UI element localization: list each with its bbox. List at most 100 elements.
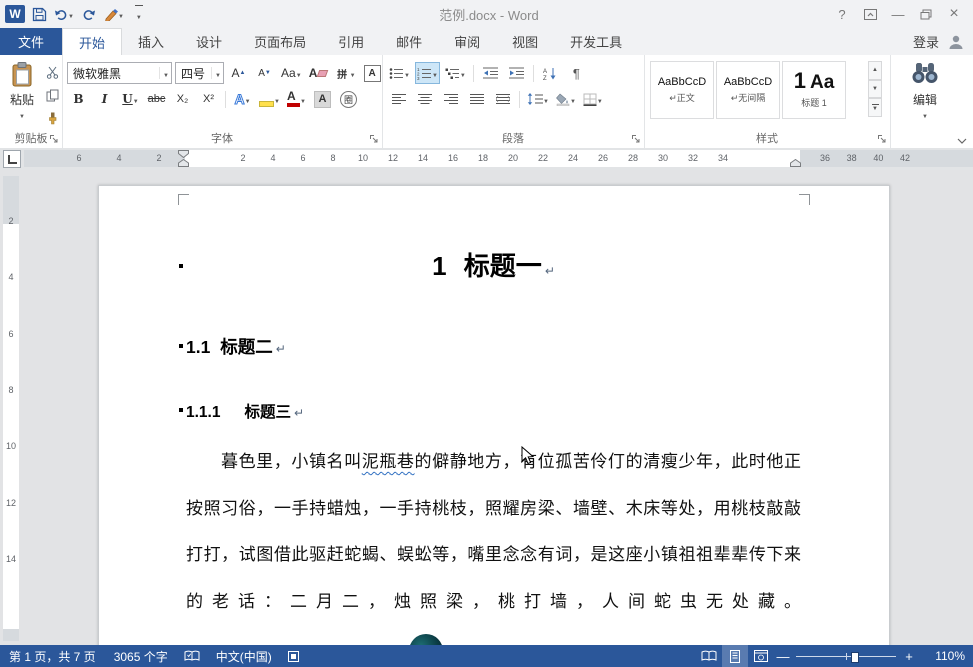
web-layout-button[interactable] xyxy=(748,645,774,667)
increase-indent-button[interactable] xyxy=(505,62,528,84)
shading-dropdown-arrow[interactable] xyxy=(570,93,576,105)
read-mode-button[interactable] xyxy=(696,645,722,667)
phonetic-guide-button[interactable]: 拼 xyxy=(333,62,358,84)
account-icon[interactable] xyxy=(947,33,965,51)
font-name-combo[interactable]: 微软雅黑 xyxy=(67,62,172,84)
distribute-button[interactable] xyxy=(491,88,514,110)
ribbon-display-options-button[interactable] xyxy=(857,3,883,25)
tab-stop-selector[interactable] xyxy=(3,150,21,168)
styles-more-button[interactable]: ▼ xyxy=(868,98,882,117)
tab-review[interactable]: 审阅 xyxy=(438,28,496,55)
justify-button[interactable] xyxy=(465,88,488,110)
font-color-dropdown-arrow[interactable] xyxy=(300,93,306,105)
collapse-ribbon-button[interactable] xyxy=(957,138,967,144)
font-color-button[interactable]: A xyxy=(285,88,308,110)
page-number-indicator[interactable]: 第 1 页，共 7 页 xyxy=(0,648,105,665)
paste-dropdown-arrow[interactable] xyxy=(19,108,25,120)
zoom-percentage[interactable]: 110% xyxy=(918,649,973,663)
text-effects-button[interactable]: A xyxy=(231,88,254,110)
tab-mailings[interactable]: 邮件 xyxy=(380,28,438,55)
sign-in-link[interactable]: 登录 xyxy=(913,32,939,51)
bold-button[interactable]: B xyxy=(67,88,90,110)
numbering-dropdown-arrow[interactable] xyxy=(432,67,438,79)
copy-button[interactable] xyxy=(41,85,64,105)
zoom-out-button[interactable]: — xyxy=(774,649,792,664)
word-count-indicator[interactable]: 3065 个字 xyxy=(105,648,177,665)
hanging-indent-marker[interactable] xyxy=(178,159,189,167)
tab-design[interactable]: 设计 xyxy=(180,28,238,55)
custom-command-dropdown-arrow[interactable] xyxy=(118,6,124,22)
borders-dropdown-arrow[interactable] xyxy=(597,93,603,105)
document-page[interactable]: 1 标题一↵ 1.1 标题二↵ 1.1.1标题三↵ 暮色里，小镇名叫泥瓶巷的僻静… xyxy=(98,185,890,645)
editing-menu-button[interactable]: 编辑 xyxy=(896,61,954,141)
shading-button[interactable] xyxy=(554,88,578,110)
sort-button[interactable]: AZ xyxy=(539,62,562,84)
multilevel-list-button[interactable] xyxy=(443,62,468,84)
redo-button[interactable] xyxy=(79,4,99,24)
undo-button[interactable] xyxy=(53,4,75,24)
subscript-button[interactable]: X₂ xyxy=(171,88,194,110)
clipboard-dialog-launcher[interactable] xyxy=(49,134,60,145)
styles-dialog-launcher[interactable] xyxy=(877,134,888,145)
cut-button[interactable] xyxy=(41,62,64,82)
vertical-ruler[interactable]: 2468101214 xyxy=(3,176,19,641)
custom-command-button[interactable] xyxy=(103,4,125,24)
style-card-heading1[interactable]: 1Aa 标题 1 xyxy=(782,61,846,119)
print-layout-button[interactable] xyxy=(722,645,748,667)
styles-scroll-down-button[interactable]: ▼ xyxy=(868,80,882,99)
tab-references[interactable]: 引用 xyxy=(322,28,380,55)
close-button[interactable]: × xyxy=(941,3,967,25)
font-dialog-launcher[interactable] xyxy=(369,134,380,145)
save-button[interactable] xyxy=(29,4,49,24)
tab-developer[interactable]: 开发工具 xyxy=(554,28,638,55)
italic-button[interactable]: I xyxy=(93,88,116,110)
help-button[interactable]: ? xyxy=(829,3,855,25)
paragraph-dialog-launcher[interactable] xyxy=(631,134,642,145)
numbering-button[interactable]: 123 xyxy=(415,62,440,84)
language-indicator[interactable]: 中文(中国) xyxy=(207,648,281,665)
font-size-combo[interactable]: 四号 xyxy=(175,62,224,84)
enclose-characters-button[interactable]: 圈 xyxy=(337,88,360,110)
align-left-button[interactable] xyxy=(387,88,410,110)
right-indent-marker[interactable] xyxy=(790,159,801,167)
font-name-dropdown-arrow[interactable] xyxy=(159,67,169,79)
paste-button[interactable]: 粘贴 xyxy=(3,61,41,139)
embedded-image-partial[interactable] xyxy=(409,634,443,645)
customize-qat-button[interactable] xyxy=(129,4,149,24)
bullets-button[interactable] xyxy=(387,62,412,84)
zoom-slider-thumb[interactable] xyxy=(851,652,859,663)
horizontal-ruler[interactable]: 642 246810121416182022242628303234 36384… xyxy=(24,150,973,167)
undo-dropdown-arrow[interactable] xyxy=(68,6,74,22)
word-logo-icon[interactable]: W xyxy=(5,5,25,23)
borders-button[interactable] xyxy=(581,88,605,110)
tab-home[interactable]: 开始 xyxy=(62,28,122,56)
decrease-indent-button[interactable] xyxy=(479,62,502,84)
zoom-in-button[interactable]: + xyxy=(900,649,918,664)
strikethrough-button[interactable]: abc xyxy=(145,88,168,110)
zoom-slider[interactable] xyxy=(796,656,896,657)
superscript-button[interactable]: X² xyxy=(197,88,220,110)
align-right-button[interactable] xyxy=(439,88,462,110)
character-shading-button[interactable]: A xyxy=(311,88,334,110)
format-painter-button[interactable] xyxy=(41,108,64,128)
tab-file[interactable]: 文件 xyxy=(0,28,62,55)
minimize-button[interactable]: — xyxy=(885,3,911,25)
first-line-indent-marker[interactable] xyxy=(178,150,189,158)
grow-font-button[interactable]: A▲ xyxy=(227,62,250,84)
character-border-button[interactable]: A xyxy=(361,62,384,84)
proofing-status-button[interactable] xyxy=(177,650,207,662)
underline-dropdown-arrow[interactable] xyxy=(133,93,139,105)
editing-dropdown-arrow[interactable] xyxy=(922,108,928,120)
highlight-dropdown-arrow[interactable] xyxy=(274,93,280,105)
tab-page-layout[interactable]: 页面布局 xyxy=(238,28,322,55)
shrink-font-button[interactable]: A▼ xyxy=(253,62,276,84)
text-highlight-button[interactable] xyxy=(257,88,282,110)
tab-view[interactable]: 视图 xyxy=(496,28,554,55)
restore-button[interactable] xyxy=(913,3,939,25)
change-case-button[interactable]: Aa xyxy=(279,62,304,84)
style-card-normal[interactable]: AaBbCcD ↵正文 xyxy=(650,61,714,119)
font-size-dropdown-arrow[interactable] xyxy=(211,67,221,79)
styles-scroll-up-button[interactable]: ▲ xyxy=(868,61,882,80)
line-spacing-button[interactable] xyxy=(525,88,551,110)
style-card-no-spacing[interactable]: AaBbCcD ↵无间隔 xyxy=(716,61,780,119)
